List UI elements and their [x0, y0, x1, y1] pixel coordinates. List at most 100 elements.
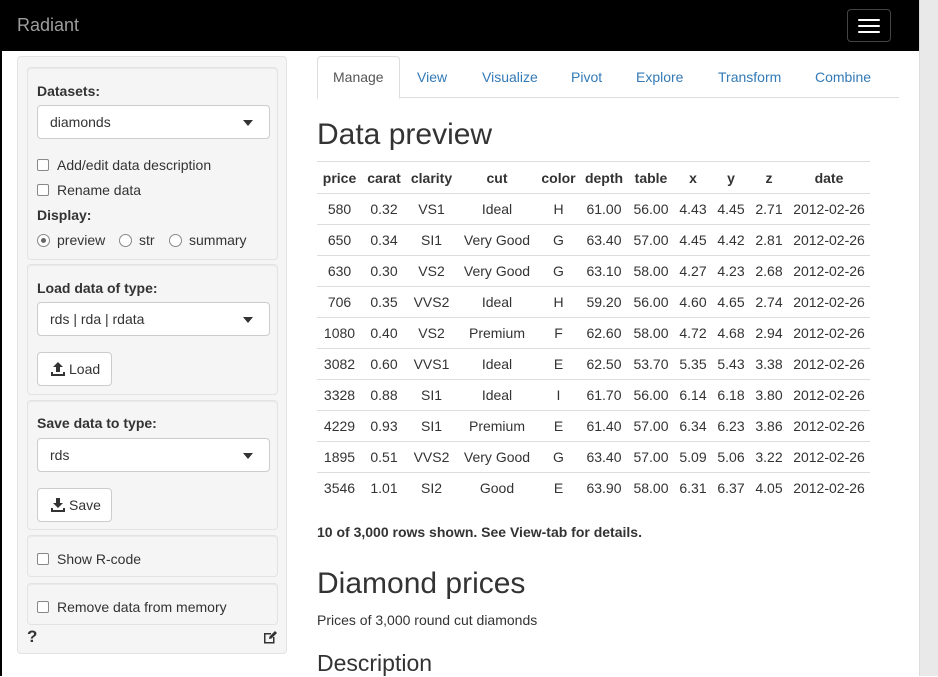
table-cell: 61.40: [580, 410, 628, 442]
table-cell: 3.80: [750, 379, 788, 411]
display-radio-preview[interactable]: [37, 234, 50, 247]
save-type-label: Save data to type:: [37, 415, 157, 431]
load-type-select[interactable]: rds | rda | rdata: [37, 302, 270, 336]
load-type-value: rds | rda | rdata: [50, 311, 145, 327]
tab-pivot[interactable]: Pivot: [571, 56, 602, 98]
save-button[interactable]: Save: [37, 488, 112, 522]
table-cell: 6.37: [712, 472, 750, 504]
table-row: 1080 0.40 VS2 Premium F 62.60 58.00 4.72 4.68 2.9…: [317, 317, 870, 349]
display-radio-str[interactable]: [119, 234, 132, 247]
tab-transform[interactable]: Transform: [718, 56, 781, 98]
main-tabs: Manage View Visualize Pivot Explore Tran…: [317, 56, 899, 99]
dataset-select[interactable]: diamonds: [37, 105, 270, 139]
table-cell: 2.94: [750, 317, 788, 349]
table-cell: 2012-02-26: [788, 286, 870, 318]
table-cell: 63.10: [580, 255, 628, 287]
column-header: cut: [457, 161, 537, 194]
table-cell: 63.40: [580, 224, 628, 256]
table-cell: 5.06: [712, 441, 750, 473]
table-cell: 3328: [317, 379, 362, 411]
table-cell: 4.27: [674, 255, 712, 287]
hamburger-icon: [858, 25, 880, 27]
table-cell: 3082: [317, 348, 362, 380]
save-type-value: rds: [50, 447, 70, 463]
table-cell: 5.43: [712, 348, 750, 380]
column-header: clarity: [406, 161, 457, 194]
table-cell: VVS1: [406, 348, 457, 380]
column-header: depth: [580, 161, 628, 194]
checkbox-box[interactable]: [37, 601, 49, 613]
table-cell: VS2: [406, 255, 457, 287]
data-preview-table: price carat clarity cut color depth table x y z da…: [317, 161, 870, 504]
navbar-toggle-button[interactable]: [847, 9, 891, 42]
table-cell: VVS2: [406, 441, 457, 473]
table-cell: 3.22: [750, 441, 788, 473]
load-panel: Load data of type: rds | rda | rdata Loa…: [27, 264, 278, 395]
table-cell: 630: [317, 255, 362, 287]
table-cell: SI1: [406, 379, 457, 411]
brand-title[interactable]: Radiant: [17, 15, 79, 36]
hamburger-icon: [858, 31, 880, 33]
table-cell: 2012-02-26: [788, 255, 870, 287]
download-icon: [51, 498, 65, 512]
table-cell: 0.30: [362, 255, 406, 287]
display-radio-group: preview str summary: [37, 231, 272, 251]
save-type-select[interactable]: rds: [37, 438, 270, 472]
table-cell: 4.65: [712, 286, 750, 318]
sidebar: Datasets: diamonds Add/edit data descrip…: [17, 56, 287, 654]
checkbox-box[interactable]: [37, 553, 49, 565]
table-cell: 5.09: [674, 441, 712, 473]
tab-explore[interactable]: Explore: [636, 56, 683, 98]
column-header: table: [628, 161, 674, 194]
dataset-select-value: diamonds: [50, 114, 111, 130]
table-body: 580 0.32 VS1 Ideal H 61.00 56.00 4.43 4.45 2.71 20…: [317, 193, 870, 504]
edit-icon[interactable]: [262, 629, 278, 645]
table-cell: 62.60: [580, 317, 628, 349]
table-cell: SI1: [406, 224, 457, 256]
column-header: carat: [362, 161, 406, 194]
table-cell: 580: [317, 193, 362, 225]
tab-manage[interactable]: Manage: [317, 56, 400, 99]
display-radio-summary[interactable]: [169, 234, 182, 247]
remove-data-checkbox[interactable]: Remove data from memory: [37, 598, 237, 616]
page-scrollbar[interactable]: [919, 0, 938, 676]
table-cell: 706: [317, 286, 362, 318]
table-cell: 56.00: [628, 193, 674, 225]
checkbox-label: Rename data: [57, 182, 142, 198]
table-cell: 4.45: [712, 193, 750, 225]
table-cell: 53.70: [628, 348, 674, 380]
table-cell: 2012-02-26: [788, 441, 870, 473]
table-cell: 2.71: [750, 193, 788, 225]
help-icon[interactable]: ?: [27, 627, 37, 647]
table-cell: 62.50: [580, 348, 628, 380]
checkbox-box[interactable]: [37, 184, 49, 196]
caret-down-icon: [243, 317, 253, 323]
table-cell: 2012-02-26: [788, 379, 870, 411]
table-cell: 58.00: [628, 472, 674, 504]
tab-combine[interactable]: Combine: [815, 56, 871, 98]
navbar: Radiant: [2, 0, 919, 51]
checkbox-box[interactable]: [37, 159, 49, 171]
show-rcode-checkbox[interactable]: Show R-code: [37, 550, 187, 568]
table-cell: 58.00: [628, 317, 674, 349]
table-cell: 5.35: [674, 348, 712, 380]
display-label: Display:: [37, 207, 92, 223]
display-option-label[interactable]: preview: [57, 232, 105, 248]
tab-visualize[interactable]: Visualize: [482, 56, 538, 98]
display-option-label[interactable]: str: [139, 232, 155, 248]
table-row: 630 0.30 VS2 Very Good G 63.10 58.00 4.27 4.23 2.…: [317, 255, 870, 287]
table-cell: 4.42: [712, 224, 750, 256]
add-edit-description-checkbox[interactable]: Add/edit data description: [37, 156, 237, 174]
table-cell: H: [537, 286, 580, 318]
table-cell: 6.31: [674, 472, 712, 504]
tab-view[interactable]: View: [417, 56, 447, 98]
table-cell: 1.01: [362, 472, 406, 504]
table-row: 3328 0.88 SI1 Ideal I 61.70 56.00 6.14 6.18 3.80 2…: [317, 379, 870, 411]
table-cell: E: [537, 472, 580, 504]
rename-data-checkbox[interactable]: Rename data: [37, 181, 187, 199]
table-cell: 0.51: [362, 441, 406, 473]
load-button[interactable]: Load: [37, 352, 112, 386]
rows-shown-note: 10 of 3,000 rows shown. See View-tab for…: [317, 524, 642, 540]
table-cell: SI1: [406, 410, 457, 442]
display-option-label[interactable]: summary: [189, 232, 247, 248]
